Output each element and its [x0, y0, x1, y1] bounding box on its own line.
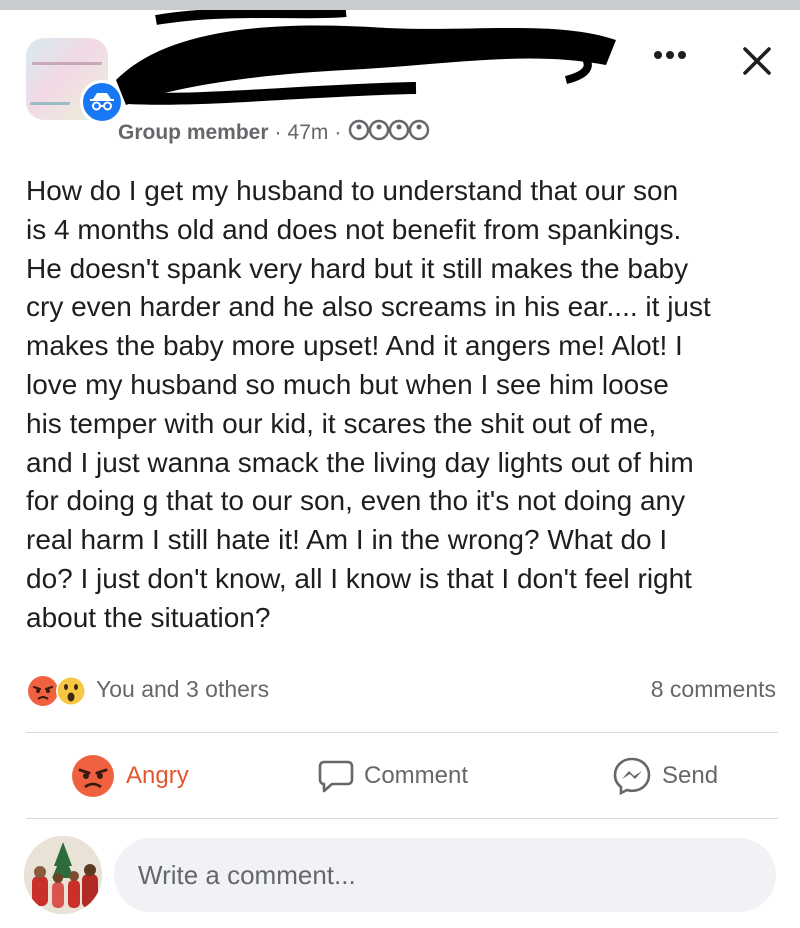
post-meta: Group member · 47m ·	[118, 118, 435, 148]
meta-separator-2: ·	[334, 121, 342, 144]
top-strip	[0, 0, 800, 10]
user-avatar[interactable]	[24, 836, 102, 914]
post-time[interactable]: 47m	[288, 121, 329, 145]
messenger-icon	[613, 757, 651, 796]
comment-composer	[0, 828, 800, 928]
divider-bottom	[26, 818, 778, 819]
comment-button[interactable]: Comment	[318, 742, 468, 810]
angry-reaction-icon	[28, 676, 58, 706]
angry-reaction-icon	[72, 755, 114, 797]
post-actions-bar: Angry Comment Send	[26, 742, 778, 810]
redacted-author-name	[116, 10, 616, 106]
reaction-icons	[28, 676, 86, 706]
close-button[interactable]	[732, 36, 782, 86]
post-header: Group member · 47m ·	[0, 10, 800, 160]
wow-reaction-icon	[56, 676, 86, 706]
close-icon	[743, 47, 771, 75]
send-button[interactable]: Send	[612, 742, 718, 810]
post-body-text: How do I get my husband to understand th…	[26, 175, 711, 633]
more-options-icon	[654, 51, 686, 59]
angry-react-button[interactable]: Angry	[70, 742, 189, 810]
more-options-button[interactable]	[650, 40, 690, 70]
reaction-summary-text[interactable]: You and 3 others	[96, 676, 269, 703]
divider-top	[26, 732, 778, 733]
reactions-summary-row[interactable]: You and 3 others 8 comments	[26, 672, 778, 708]
comment-count[interactable]: 8 comments	[651, 676, 776, 703]
comment-icon	[318, 760, 354, 793]
author-role: Group member	[118, 121, 269, 144]
comment-input[interactable]	[114, 838, 776, 912]
meta-separator: ·	[274, 121, 282, 144]
comment-label: Comment	[364, 762, 469, 789]
group-avatar-art-2	[30, 102, 70, 105]
angry-label: Angry	[126, 762, 189, 789]
group-audience-icon	[347, 118, 435, 148]
send-label: Send	[662, 762, 719, 789]
